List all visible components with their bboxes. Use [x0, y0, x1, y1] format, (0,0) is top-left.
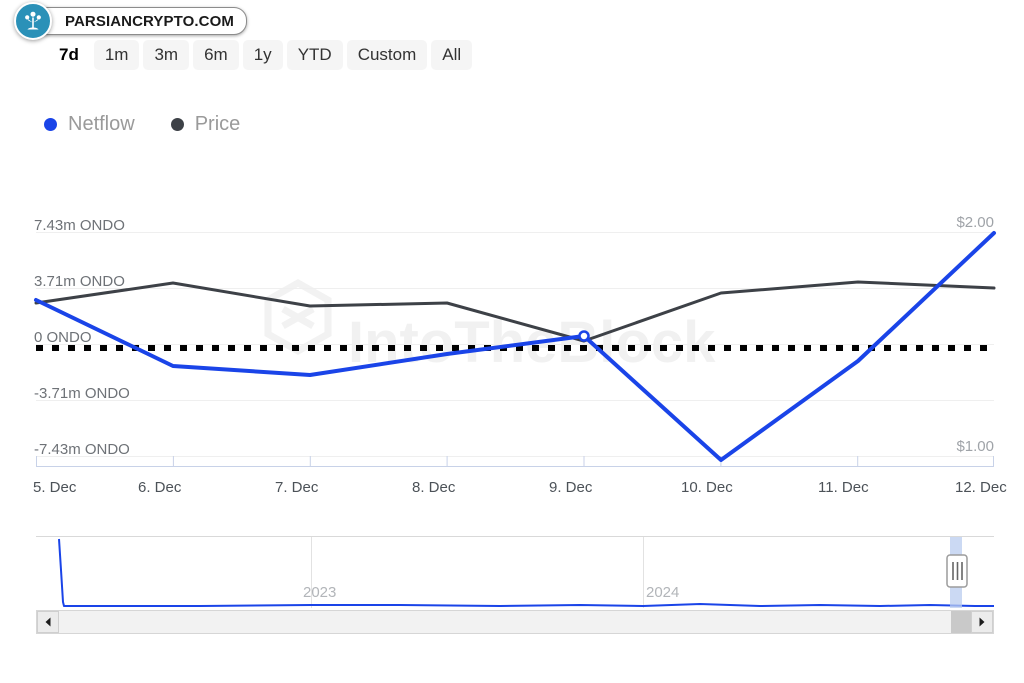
- x-axis-label-0: 5. Dec: [33, 479, 77, 496]
- range-button-1y[interactable]: 1y: [242, 40, 283, 70]
- y-axis-label-3: -3.71m ONDO: [34, 385, 130, 402]
- range-button-7d[interactable]: 7d: [48, 40, 90, 70]
- legend-dot-netflow-icon: [44, 118, 57, 131]
- navigator-year-label-1: 2024: [646, 584, 679, 601]
- x-axis-label-2: 7. Dec: [275, 479, 319, 496]
- range-button-6m[interactable]: 6m: [193, 40, 239, 70]
- y-axis-label-4: -7.43m ONDO: [34, 441, 130, 458]
- legend-label-netflow: Netflow: [68, 113, 135, 135]
- y-axis-label-1: 3.71m ONDO: [34, 273, 125, 290]
- netflow-price-chart[interactable]: IntoTheBlock 7.43m ONDO 3.71m ONDO 0 OND…: [0, 0, 1024, 683]
- legend-label-price: Price: [194, 113, 241, 135]
- navigator-series-line: [58, 538, 994, 607]
- legend-item-netflow[interactable]: Netflow: [44, 113, 135, 136]
- y-axis-label-0: 7.43m ONDO: [34, 217, 125, 234]
- legend-item-price[interactable]: Price: [170, 113, 241, 136]
- range-button-1m[interactable]: 1m: [93, 40, 140, 70]
- chart-legend: Netflow Price: [44, 113, 240, 136]
- legend-dot-price-icon: [170, 118, 184, 131]
- range-selector[interactable]: 7d 1m 3m 6m 1y YTD Custom All: [48, 40, 473, 70]
- range-button-ytd[interactable]: YTD: [286, 40, 343, 70]
- x-axis-label-3: 8. Dec: [412, 479, 456, 496]
- x-axis-label-6: 11. Dec: [818, 479, 869, 496]
- navigator-resize-handle-right[interactable]: [946, 554, 968, 588]
- chart-watermark: IntoTheBlock: [264, 278, 716, 375]
- price-axis-label-0: $2.00: [956, 214, 994, 231]
- watermark-text: PARSIANCRYPTO.COM: [34, 7, 247, 35]
- netflow-data-point-marker[interactable]: [578, 330, 590, 342]
- price-axis-label-1: $1.00: [956, 438, 994, 455]
- x-axis-label-4: 9. Dec: [549, 479, 593, 496]
- netflow-line-series: [34, 231, 996, 462]
- navigator-scrollbar[interactable]: [36, 610, 994, 634]
- x-axis-label-5: 10. Dec: [681, 479, 733, 496]
- tree-logo-icon: [14, 2, 52, 40]
- x-axis: [36, 456, 994, 467]
- x-axis-labels: 5. Dec 6. Dec 7. Dec 8. Dec 9. Dec 10. D…: [33, 479, 1007, 496]
- site-watermark-badge: PARSIANCRYPTO.COM: [14, 2, 247, 40]
- arrow-left-icon[interactable]: [37, 611, 59, 633]
- navigator-panel[interactable]: 2023 2024: [36, 536, 994, 609]
- y-axis-label-2: 0 ONDO: [34, 329, 92, 346]
- navigator-year-label-0: 2023: [303, 584, 336, 601]
- range-button-all[interactable]: All: [431, 40, 473, 70]
- x-axis-label-7: 12. Dec: [955, 479, 1007, 496]
- range-button-3m[interactable]: 3m: [143, 40, 190, 70]
- arrow-right-icon[interactable]: [971, 611, 993, 633]
- range-button-custom[interactable]: Custom: [346, 40, 428, 70]
- x-axis-label-1: 6. Dec: [138, 479, 182, 496]
